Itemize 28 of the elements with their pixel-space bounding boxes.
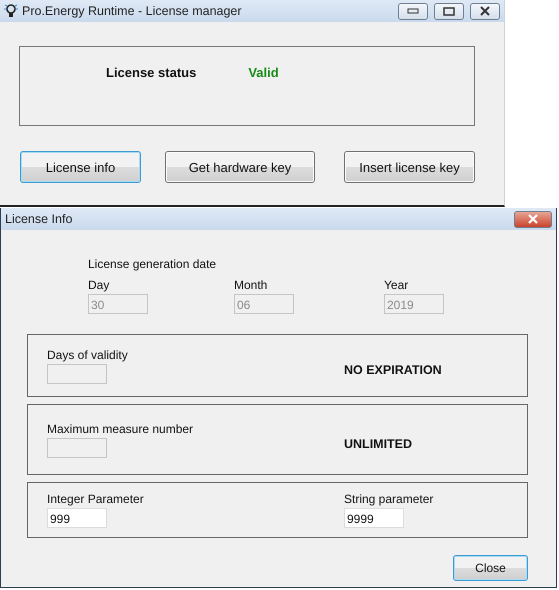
field-label: Days of validity: [47, 348, 129, 362]
field-label: Day: [88, 278, 110, 292]
status-label: License status: [106, 65, 196, 80]
window-title: Pro.Energy Runtime - License manager: [22, 4, 243, 18]
lightbulb-icon: [4, 3, 18, 19]
field-label: String parameter: [344, 492, 434, 506]
close-button[interactable]: [470, 2, 500, 20]
minimize-button[interactable]: [398, 2, 428, 20]
input-field[interactable]: 9999: [344, 508, 404, 528]
action-button[interactable]: Insert license key: [344, 151, 475, 183]
value-text: NO EXPIRATION: [344, 362, 443, 376]
maximize-icon: [443, 6, 455, 16]
status-value: Valid: [248, 65, 279, 80]
action-button[interactable]: License info: [20, 151, 141, 183]
maximize-button[interactable]: [434, 2, 464, 20]
minimize-icon: [407, 8, 419, 14]
field-label: Month: [234, 278, 268, 292]
close-button[interactable]: Close: [453, 555, 528, 581]
dialog-title: License Info: [5, 212, 74, 226]
field-label: Year: [384, 278, 410, 292]
date-heading: License generation date: [88, 257, 218, 271]
close-icon: [479, 6, 491, 16]
value-text: UNLIMITED: [344, 436, 414, 450]
field-label: Maximum measure number: [47, 422, 194, 436]
close-icon: [527, 214, 539, 224]
action-button[interactable]: Get hardware key: [165, 151, 315, 183]
input-field[interactable]: 999: [47, 508, 107, 528]
field-label: Integer Parameter: [47, 492, 145, 506]
